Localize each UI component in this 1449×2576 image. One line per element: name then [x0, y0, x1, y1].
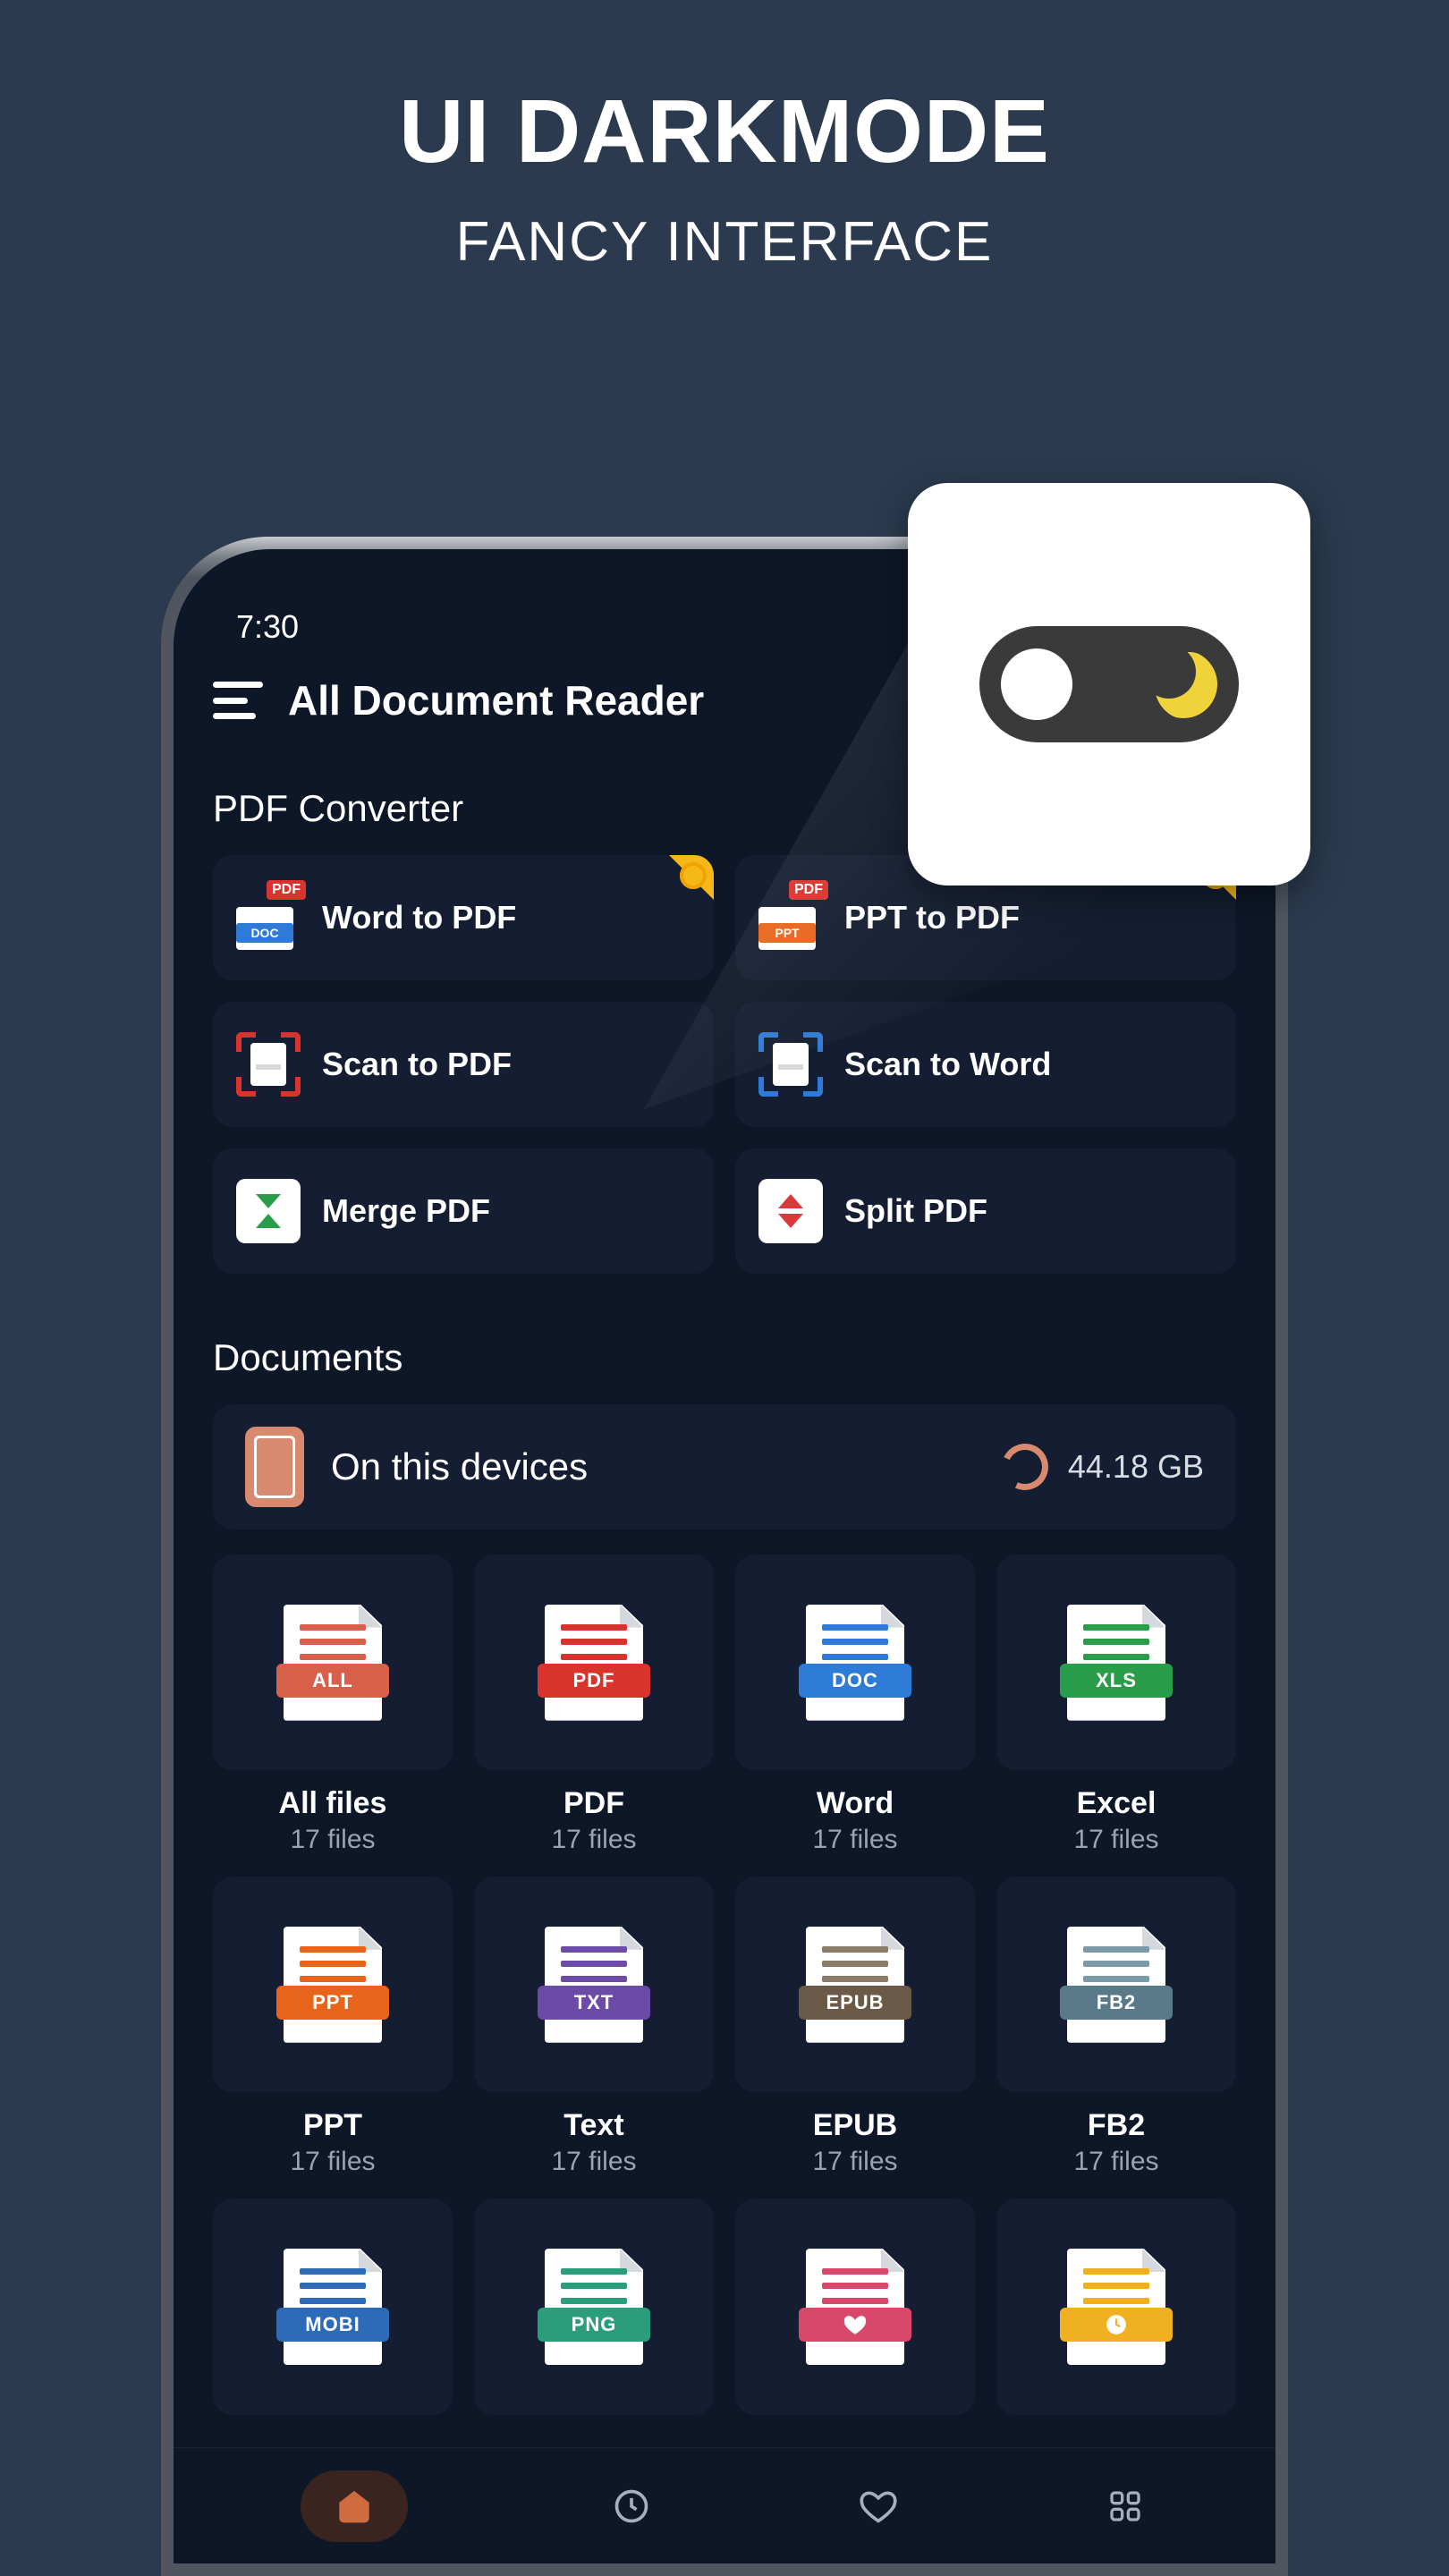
doc-tile: PNG	[474, 2199, 714, 2414]
converter-label: Scan to Word	[844, 1046, 1051, 1083]
file-icon: DOC	[806, 1605, 904, 1721]
doc-type-EPUB[interactable]: EPUB EPUB 17 files	[735, 1877, 975, 2177]
device-icon	[245, 1427, 304, 1507]
doc-name: All files	[279, 1786, 387, 1821]
doc-type-DOC[interactable]: DOC Word 17 files	[735, 1555, 975, 1855]
doc-type-ALL[interactable]: ALL All files 17 files	[213, 1555, 453, 1855]
doc-tile: TXT	[474, 1877, 714, 2092]
doc-tile: FB2	[996, 1877, 1236, 2092]
doc-type-PNG[interactable]: PNG	[474, 2199, 714, 2414]
nav-home[interactable]	[301, 2470, 408, 2542]
doc-tile: PPT	[213, 1877, 453, 2092]
doc-count: 17 files	[1073, 1825, 1158, 1855]
doc-type-FB2[interactable]: FB2 FB2 17 files	[996, 1877, 1236, 2177]
light-mode-icon	[1001, 648, 1072, 720]
file-icon: TXT	[545, 1927, 643, 2043]
converter-label: Merge PDF	[322, 1192, 490, 1230]
converter-card-scan-to-word[interactable]: Scan to Word	[735, 1002, 1236, 1127]
device-storage-card[interactable]: On this devices 44.18 GB	[213, 1404, 1236, 1530]
storage-value: 44.18 GB	[1068, 1448, 1204, 1486]
converter-label: PPT to PDF	[844, 899, 1020, 936]
menu-icon[interactable]	[213, 682, 263, 719]
nav-favorite[interactable]	[855, 2483, 902, 2529]
doc-tile: DOC	[735, 1555, 975, 1770]
doc-count: 17 files	[812, 2147, 897, 2177]
doc-name: EPUB	[813, 2108, 897, 2143]
dark-mode-icon	[1149, 650, 1217, 718]
file-icon: MOBI	[284, 2249, 382, 2365]
doc-type-heart[interactable]	[735, 2199, 975, 2414]
doc-type-PPT[interactable]: PPT PPT 17 files	[213, 1877, 453, 2177]
file-icon: ALL	[284, 1605, 382, 1721]
doc-tile: EPUB	[735, 1877, 975, 2092]
file-icon: FB2	[1067, 1927, 1165, 2043]
darkmode-toggle[interactable]	[979, 626, 1239, 742]
file-icon: EPUB	[806, 1927, 904, 2043]
file-icon: PNG	[545, 2249, 643, 2365]
converter-card-split-pdf[interactable]: Split PDF	[735, 1148, 1236, 1274]
doc-name: Word	[817, 1786, 894, 1821]
doc-tile: XLS	[996, 1555, 1236, 1770]
hero-title: UI DARKMODE	[0, 80, 1449, 183]
converter-label: Split PDF	[844, 1192, 987, 1230]
darkmode-toggle-card	[908, 483, 1310, 886]
hero-subtitle: FANCY INTERFACE	[0, 210, 1449, 274]
doc-tile: ALL	[213, 1555, 453, 1770]
doc-count: 17 files	[812, 1825, 897, 1855]
doc-name: PDF	[564, 1786, 624, 1821]
file-icon: PPT	[284, 1927, 382, 2043]
grid-icon	[1102, 2483, 1148, 2529]
doc-type-PDF[interactable]: PDF PDF 17 files	[474, 1555, 714, 1855]
doc-name: PPT	[303, 2108, 362, 2143]
converter-label: Word to PDF	[322, 899, 516, 936]
doc-tile	[996, 2199, 1236, 2414]
storage-ring-icon	[996, 1437, 1055, 1497]
premium-coin-icon	[680, 862, 707, 889]
file-icon: PDF	[545, 1605, 643, 1721]
file-icon	[806, 2249, 904, 2365]
nav-tools[interactable]	[1102, 2483, 1148, 2529]
converter-label: Scan to PDF	[322, 1046, 512, 1083]
doc-tile: MOBI	[213, 2199, 453, 2414]
doc-name: Excel	[1077, 1786, 1157, 1821]
doc-type-TXT[interactable]: TXT Text 17 files	[474, 1877, 714, 2177]
doc-count: 17 files	[290, 1825, 375, 1855]
doc-type-MOBI[interactable]: MOBI	[213, 2199, 453, 2414]
converter-card-word-to-pdf[interactable]: DOCPDFWord to PDF	[213, 855, 714, 980]
bottom-nav	[174, 2447, 1275, 2563]
doc-type-XLS[interactable]: XLS Excel 17 files	[996, 1555, 1236, 1855]
doc-tile: PDF	[474, 1555, 714, 1770]
device-label: On this devices	[331, 1445, 588, 1488]
nav-recent[interactable]	[608, 2483, 655, 2529]
doc-tile	[735, 2199, 975, 2414]
doc-count: 17 files	[551, 1825, 636, 1855]
documents-section-title: Documents	[213, 1336, 1236, 1379]
file-icon	[1067, 2249, 1165, 2365]
doc-name: Text	[564, 2108, 623, 2143]
app-title: All Document Reader	[288, 676, 704, 724]
file-icon: XLS	[1067, 1605, 1165, 1721]
doc-count: 17 files	[1073, 2147, 1158, 2177]
converter-card-merge-pdf[interactable]: Merge PDF	[213, 1148, 714, 1274]
doc-name: FB2	[1088, 2108, 1145, 2143]
heart-icon	[855, 2483, 902, 2529]
doc-type-clock[interactable]	[996, 2199, 1236, 2414]
doc-count: 17 files	[551, 2147, 636, 2177]
converter-card-scan-to-pdf[interactable]: Scan to PDF	[213, 1002, 714, 1127]
clock-icon	[608, 2483, 655, 2529]
doc-count: 17 files	[290, 2147, 375, 2177]
